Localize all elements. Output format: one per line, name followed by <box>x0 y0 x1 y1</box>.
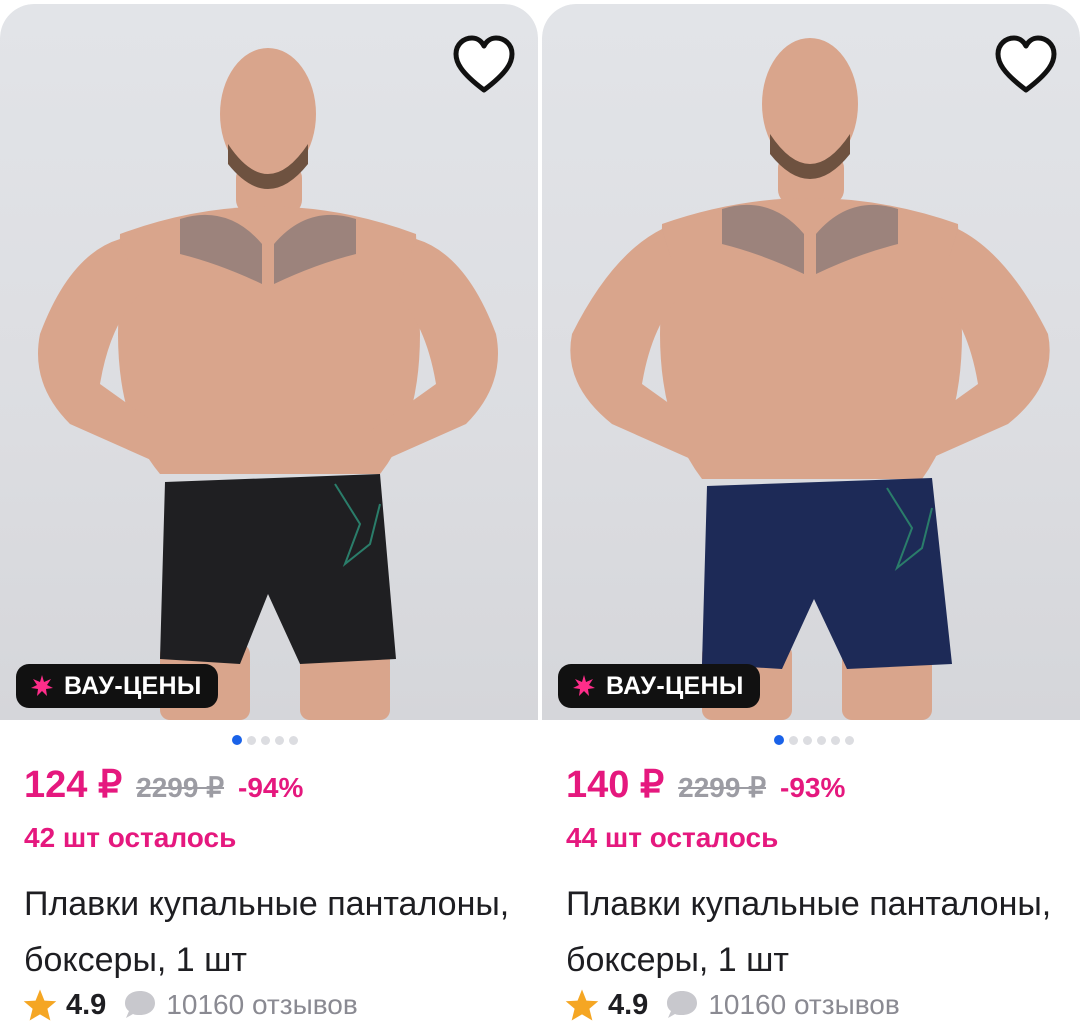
gallery-dot[interactable] <box>845 735 854 745</box>
wow-price-badge: ВАУ-ЦЕНЫ <box>16 664 218 708</box>
chat-bubble-icon <box>667 991 698 1018</box>
product-title[interactable]: Плавки купальные панталоны, боксеры, 1 ш… <box>566 876 1066 988</box>
wow-star-icon <box>31 675 53 696</box>
stock-left: 44 шт осталось <box>566 822 779 853</box>
favorite-button[interactable] <box>994 34 1058 96</box>
wow-price-badge: ВАУ-ЦЕНЫ <box>558 664 760 708</box>
gallery-dot[interactable] <box>275 735 284 745</box>
price-row: 140 ₽ 2299 ₽ -93% <box>566 762 845 807</box>
heart-icon <box>995 35 1057 93</box>
reviews-count[interactable]: 10160 отзывов <box>708 989 899 1021</box>
stock-left: 42 шт осталось <box>24 822 237 853</box>
rating-row: 4.9 10160 отзывов <box>564 988 900 1022</box>
gallery-dot[interactable] <box>774 735 784 745</box>
rating-value: 4.9 <box>66 988 107 1021</box>
product-photo[interactable]: ВАУ-ЦЕНЫ <box>542 4 1080 720</box>
product-image <box>38 48 498 720</box>
discount: -94% <box>238 772 304 803</box>
product-photo[interactable]: ВАУ-ЦЕНЫ <box>0 4 538 720</box>
badge-label: ВАУ-ЦЕНЫ <box>606 671 744 700</box>
gallery-dot[interactable] <box>789 735 798 745</box>
gallery-dot[interactable] <box>817 735 826 745</box>
badge-label: ВАУ-ЦЕНЫ <box>64 671 202 700</box>
chat-bubble-icon <box>125 991 156 1018</box>
gallery-dot[interactable] <box>803 735 812 745</box>
rating-value: 4.9 <box>608 988 649 1021</box>
wow-star-icon <box>573 675 595 696</box>
current-price: 140 ₽ <box>566 764 665 806</box>
favorite-button[interactable] <box>452 34 516 96</box>
rating-row: 4.9 10160 отзывов <box>22 988 358 1022</box>
gallery-dot[interactable] <box>247 735 256 745</box>
product-title[interactable]: Плавки купальные панталоны, боксеры, 1 ш… <box>24 876 524 988</box>
gallery-dots <box>232 735 298 745</box>
price-row: 124 ₽ 2299 ₽ -94% <box>24 762 303 807</box>
discount: -93% <box>780 772 846 803</box>
gallery-dots <box>774 735 854 745</box>
product-image <box>570 38 1050 720</box>
star-icon <box>565 989 599 1021</box>
star-icon <box>23 989 57 1021</box>
gallery-dot[interactable] <box>831 735 840 745</box>
current-price: 124 ₽ <box>24 764 123 806</box>
product-card[interactable]: ВАУ-ЦЕНЫ 124 ₽ 2299 ₽ -94% 42 шт осталос… <box>0 4 538 1028</box>
gallery-dot[interactable] <box>289 735 298 745</box>
old-price: 2299 ₽ <box>678 772 767 803</box>
gallery-dot[interactable] <box>232 735 242 745</box>
old-price: 2299 ₽ <box>136 772 225 803</box>
product-card[interactable]: ВАУ-ЦЕНЫ 140 ₽ 2299 ₽ -93% 44 шт осталос… <box>542 4 1080 1028</box>
reviews-count[interactable]: 10160 отзывов <box>166 989 357 1021</box>
gallery-dot[interactable] <box>261 735 270 745</box>
product-grid: ВАУ-ЦЕНЫ 124 ₽ 2299 ₽ -94% 42 шт осталос… <box>0 0 1080 1028</box>
heart-icon <box>453 35 515 93</box>
